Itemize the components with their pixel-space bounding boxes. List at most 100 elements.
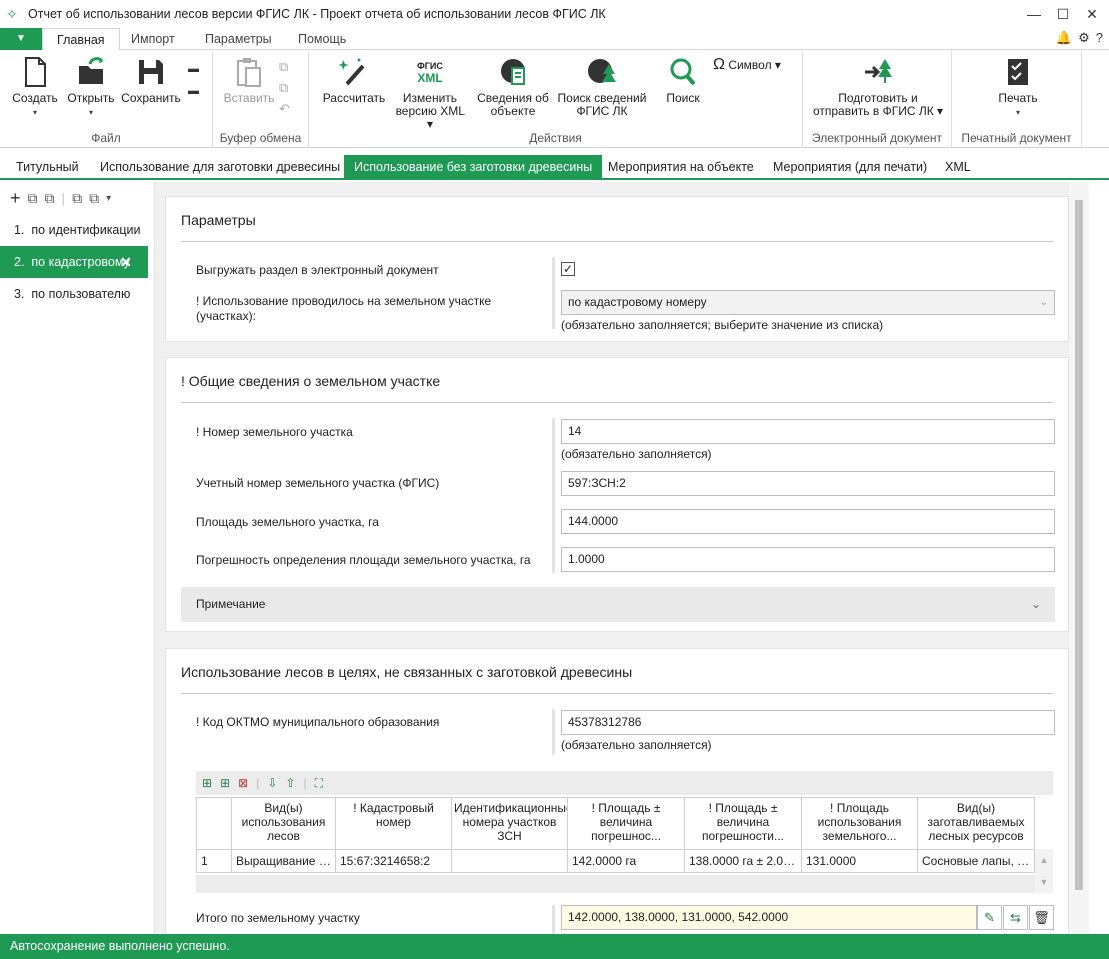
ribbon-group-actions: Рассчитать ФГИС XML Изменить версию XML ▾… [309, 50, 803, 148]
export-tree-icon [865, 59, 892, 83]
print-document-icon [1008, 59, 1028, 85]
change-xml-button[interactable]: ФГИС XML Изменить версию XML ▾ [391, 56, 469, 131]
undo-icon[interactable]: ↶ [279, 98, 290, 119]
table-cell[interactable]: Сосновые лапы, 5... [917, 849, 1035, 873]
account-field[interactable]: 597:ЗСН:2 [561, 471, 1055, 496]
minimize-button[interactable]: — [1020, 4, 1048, 24]
main-scrollbar[interactable] [1069, 182, 1089, 934]
paste-button[interactable]: Вставить [221, 56, 277, 105]
oktmo-label: ! Код ОКТМО муниципального образования [196, 715, 440, 729]
add-icon[interactable]: + [10, 188, 21, 209]
land-header: ! Общие сведения о земельном участке [181, 373, 1053, 403]
app-menu-button[interactable]: ▼ [0, 28, 42, 50]
sidebar-item-3[interactable]: 3. по пользователю [0, 278, 154, 310]
move-row-down-icon[interactable]: ⇩ [267, 776, 277, 790]
duplicate-icon[interactable]: ⧉ [45, 190, 55, 207]
table-toolbar: ⊞ ⊞ ⊠ | ⇩ ⇧ | ⛶ [196, 771, 1053, 795]
close-button[interactable]: ✕ [1078, 4, 1106, 24]
cut-icon[interactable]: ⧉ [279, 56, 290, 77]
new-document-icon [25, 57, 46, 87]
column-header[interactable]: ! Кадастровый номер [335, 797, 452, 850]
table-row[interactable]: 1 Выращивание л... 15:67:3214658:2 142.0… [196, 849, 1035, 873]
copy-icon[interactable]: ⧉ [279, 77, 290, 98]
transfer-icon[interactable]: ⇆ [1003, 905, 1028, 930]
oktmo-hint: (обязательно заполняется) [561, 738, 712, 752]
help-icon[interactable]: ? [1096, 30, 1103, 46]
sidebar-item-1[interactable]: 1. по идентификации [0, 214, 154, 246]
main-content: Параметры Выгружать раздел в электронный… [155, 182, 1089, 934]
create-button[interactable]: Создать ▾ [10, 56, 60, 119]
move-row-up-icon[interactable]: ⇧ [285, 776, 295, 790]
maximize-button[interactable]: ☐ [1049, 4, 1077, 24]
ribbon-group-clipboard: Вставить ⧉ ⧉ ↶ Буфер обмена [213, 50, 309, 148]
table-cell[interactable]: 142.0000 га [567, 849, 685, 873]
globe-tree-icon [588, 59, 616, 83]
table-cell[interactable]: 131.0000 [801, 849, 918, 873]
tab-print-activities[interactable]: Мероприятия (для печати) [763, 155, 937, 180]
sidebar-item-2[interactable]: 2. по кадастровому ✕ [0, 246, 148, 278]
close-icon[interactable]: ✕ [120, 246, 132, 278]
ribbon-tab-import[interactable]: Импорт [117, 28, 189, 50]
tab-timber-usage[interactable]: Использование для заготовки древесины [90, 155, 350, 180]
fullscreen-icon[interactable]: ⛶ [315, 776, 323, 791]
save-button[interactable]: Сохранить [120, 56, 182, 105]
print-button[interactable]: Печать ▾ [988, 56, 1048, 119]
object-info-button[interactable]: Сведения об объекте [473, 56, 553, 118]
usage-select[interactable]: по кадастровому номеру ⌄ [561, 290, 1055, 315]
bell-icon[interactable]: 🔔 [1056, 30, 1072, 46]
table-empty-area [196, 875, 1053, 893]
sidebar-toolbar: + ⧉ ⧉ | ⧉ ⧉ ▾ [10, 187, 112, 209]
ribbon-group-edoc: Подготовить и отправить в ФГИС ЛК ▾ Элек… [803, 50, 952, 148]
search-button[interactable]: Поиск [659, 56, 707, 105]
gear-icon[interactable]: ⚙ [1078, 30, 1090, 46]
move-down-icon[interactable]: ⧉ [89, 190, 99, 207]
more-icon[interactable]: ▾ [106, 193, 111, 204]
save-as-icon[interactable]: ▬ ▬ [188, 58, 199, 102]
column-header[interactable]: Вид(ы) использования лесов [231, 797, 336, 850]
table-scrollbar[interactable]: ▲ ▼ [1035, 849, 1053, 893]
edit-icon[interactable]: ✎ [977, 905, 1002, 930]
params-card: Параметры Выгружать раздел в электронный… [165, 196, 1069, 342]
area-field[interactable]: 144.0000 [561, 509, 1055, 534]
column-header[interactable]: ! Площадь ± величина погрешности... [684, 797, 802, 850]
add-row-icon[interactable]: ⊞ [202, 776, 212, 790]
symbol-button[interactable]: Ω Символ ▾ [713, 57, 793, 73]
insert-row-icon[interactable]: ⊞ [220, 776, 230, 790]
scroll-thumb[interactable] [1075, 200, 1083, 890]
table-cell[interactable] [451, 849, 568, 873]
ribbon-tab-help[interactable]: Помощь [284, 28, 360, 50]
ribbon-tab-home[interactable]: Главная [42, 28, 120, 51]
error-field[interactable]: 1.0000 [561, 547, 1055, 572]
column-header[interactable]: ! Площадь ± величина погрешнос... [567, 797, 685, 850]
column-header[interactable]: ! Площадь использования земельного... [801, 797, 918, 850]
usage-card: Использование лесов в целях, не связанны… [165, 648, 1069, 934]
tab-title[interactable]: Титульный [6, 155, 89, 180]
export-checkbox[interactable]: ✓ [561, 262, 575, 276]
tab-object-activities[interactable]: Мероприятия на объекте [598, 155, 764, 180]
calculate-button[interactable]: Рассчитать [321, 56, 387, 105]
add-copy-icon[interactable]: ⧉ [28, 190, 38, 207]
column-header[interactable]: Идентификационные номера участков ЗСН [451, 797, 568, 850]
globe-document-icon [501, 59, 525, 85]
tab-xml[interactable]: XML [935, 155, 981, 180]
search-fgis-button[interactable]: Поиск сведений ФГИС ЛК [555, 56, 649, 118]
trash-icon[interactable]: 🗑 [1029, 905, 1054, 930]
oktmo-field[interactable]: 45378312786 [561, 710, 1055, 735]
table-cell[interactable]: Выращивание л... [231, 849, 336, 873]
delete-row-icon[interactable]: ⊠ [238, 776, 248, 790]
fgis-xml-icon: ФГИС XML [417, 61, 443, 85]
usage-label: ! Использование проводилось на земельном… [196, 294, 492, 323]
total-label: Итого по земельному участку [196, 911, 360, 925]
ribbon-tab-params[interactable]: Параметры [191, 28, 286, 50]
note-accordion[interactable]: Примечание ⌄ [181, 587, 1055, 622]
prepare-send-button[interactable]: Подготовить и отправить в ФГИС ЛК ▾ [809, 56, 947, 118]
tab-non-timber-usage[interactable]: Использование без заготовки древесины [344, 155, 603, 180]
usage-hint: (обязательно заполняется; выберите значе… [561, 318, 884, 332]
table-cell[interactable]: 15:67:3214658:2 [335, 849, 452, 873]
open-button[interactable]: Открыть ▾ [64, 56, 118, 119]
column-header[interactable]: Вид(ы) заготавливаемых лесных ресурсов [917, 797, 1035, 850]
move-up-icon[interactable]: ⧉ [72, 190, 82, 207]
title-bar: ✧ Отчет об использовании лесов версии ФГ… [0, 0, 1109, 28]
number-field[interactable]: 14 [561, 419, 1055, 444]
table-cell[interactable]: 138.0000 га ± 2.00... [684, 849, 802, 873]
